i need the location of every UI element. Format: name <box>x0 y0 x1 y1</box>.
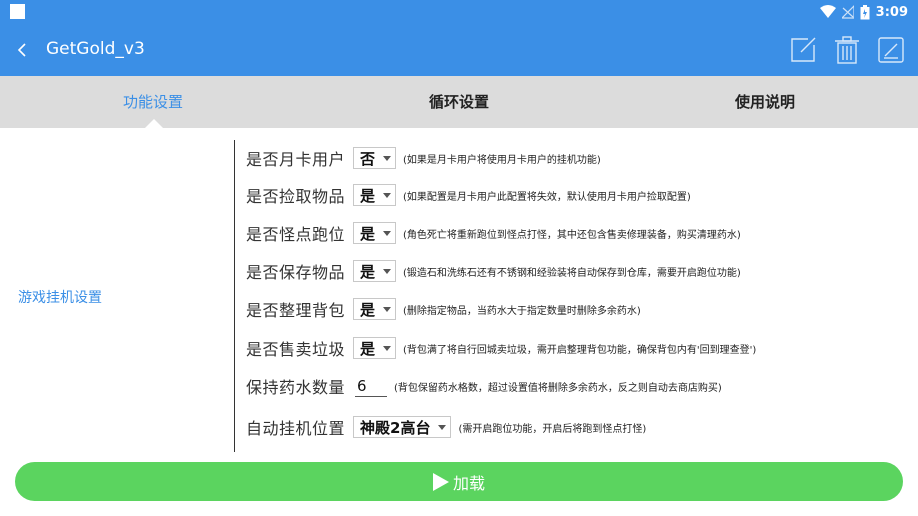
pickup-items-select[interactable]: 是 <box>353 184 397 206</box>
tab-loop-settings[interactable]: 循环设置 <box>306 76 612 128</box>
active-tab-indicator <box>145 119 163 128</box>
toolbar-actions <box>788 35 906 65</box>
select-value: 是 <box>360 186 376 205</box>
setting-label: 是否月卡用户 <box>246 150 346 169</box>
setting-hint: (删除指定物品，当药水大于指定数量时删除多余药水) <box>403 305 641 317</box>
potion-count-input[interactable] <box>355 375 388 397</box>
signal-off-icon <box>841 5 854 19</box>
select-value: 是 <box>360 339 376 358</box>
setting-hint: (如果是月卡用户将使用月卡用户的挂机功能) <box>403 154 601 166</box>
select-value: 否 <box>360 149 376 168</box>
load-button-label: 加载 <box>452 473 485 493</box>
setting-row-organize-bag: 是否整理背包 是 (删除指定物品，当药水大于指定数量时删除多余药水) <box>246 296 641 322</box>
notification-icon <box>10 4 25 19</box>
select-value: 是 <box>360 262 376 281</box>
auto-location-select[interactable]: 神殿2高台 <box>353 416 452 438</box>
setting-label: 是否整理背包 <box>246 301 346 320</box>
back-button[interactable] <box>14 37 34 63</box>
chevron-left-icon <box>17 43 26 57</box>
sell-junk-select[interactable]: 是 <box>353 337 397 359</box>
setting-row-save-items: 是否保存物品 是 (锻造石和洗练石还有不锈钢和经验装将自动保存到仓库，需要开启跑… <box>246 258 741 284</box>
monthly-card-select[interactable]: 否 <box>353 147 397 169</box>
rename-button[interactable] <box>876 35 906 65</box>
setting-row-pickup-items: 是否捡取物品 是 (如果配置是月卡用户此配置将失效，默认使用月卡用户捡取配置) <box>246 182 691 208</box>
dropdown-arrow-icon <box>383 230 392 236</box>
status-bar: 3:09 <box>0 0 918 24</box>
vertical-divider <box>234 140 235 452</box>
setting-label: 保持药水数量 <box>246 378 346 397</box>
dropdown-arrow-icon <box>383 306 392 312</box>
dropdown-arrow-icon <box>383 192 392 198</box>
dropdown-arrow-icon <box>383 268 392 274</box>
setting-hint: (背包满了将自行回城卖垃圾，需开启整理背包功能，确保背包内有'回到理查登') <box>403 344 757 356</box>
section-label: 游戏挂机设置 <box>18 290 102 306</box>
wifi-icon <box>819 5 836 19</box>
setting-hint: (需开启跑位功能，开启后将跑到怪点打怪) <box>458 423 647 435</box>
dropdown-arrow-icon <box>383 345 392 351</box>
app-bar: GetGold_v3 <box>0 24 918 76</box>
monster-point-select[interactable]: 是 <box>353 222 397 244</box>
setting-label: 是否保存物品 <box>246 263 346 282</box>
organize-bag-select[interactable]: 是 <box>353 298 397 320</box>
play-icon <box>432 472 449 491</box>
delete-button[interactable] <box>832 35 862 65</box>
setting-row-potion-count: 保持药水数量 (背包保留药水格数，超过设置值将删除多余药水，反之则自动去商店购买… <box>246 373 722 399</box>
setting-row-monthly-card: 是否月卡用户 否 (如果是月卡用户将使用月卡用户的挂机功能) <box>246 145 601 171</box>
setting-label: 自动挂机位置 <box>246 419 346 438</box>
save-items-select[interactable]: 是 <box>353 260 397 282</box>
battery-icon <box>860 4 870 20</box>
trash-icon <box>835 36 859 64</box>
status-time: 3:09 <box>875 4 908 20</box>
tab-bar: 功能设置 循环设置 使用说明 <box>0 76 918 128</box>
setting-row-auto-location: 自动挂机位置 神殿2高台 (需开启跑位功能，开启后将跑到怪点打怪) <box>246 414 646 440</box>
setting-hint: (如果配置是月卡用户此配置将失效，默认使用月卡用户捡取配置) <box>403 191 691 203</box>
tab-usage-instructions[interactable]: 使用说明 <box>612 76 918 128</box>
setting-hint: (背包保留药水格数，超过设置值将删除多余药水，反之则自动去商店购买) <box>394 382 722 394</box>
setting-row-monster-point: 是否怪点跑位 是 (角色死亡将重新跑位到怪点打怪，其中还包含售卖修理装备，购买清… <box>246 220 741 246</box>
select-value: 神殿2高台 <box>360 418 431 437</box>
select-value: 是 <box>360 224 376 243</box>
setting-hint: (锻造石和洗练石还有不锈钢和经验装将自动保存到仓库，需要开启跑位功能) <box>403 267 741 279</box>
select-value: 是 <box>360 300 376 319</box>
setting-label: 是否售卖垃圾 <box>246 340 346 359</box>
setting-label: 是否怪点跑位 <box>246 225 346 244</box>
status-icons: 3:09 <box>819 3 908 21</box>
dropdown-arrow-icon <box>383 155 392 161</box>
edit-button[interactable] <box>788 35 818 65</box>
setting-hint: (角色死亡将重新跑位到怪点打怪，其中还包含售卖修理装备，购买清理药水) <box>403 229 741 241</box>
load-button[interactable]: 加载 <box>15 462 903 501</box>
rename-icon <box>878 37 904 63</box>
setting-label: 是否捡取物品 <box>246 187 346 206</box>
dropdown-arrow-icon <box>438 424 447 430</box>
edit-icon <box>791 37 816 62</box>
setting-row-sell-junk: 是否售卖垃圾 是 (背包满了将自行回城卖垃圾，需开启整理背包功能，确保背包内有'… <box>246 335 756 361</box>
page-title: GetGold_v3 <box>46 39 145 59</box>
